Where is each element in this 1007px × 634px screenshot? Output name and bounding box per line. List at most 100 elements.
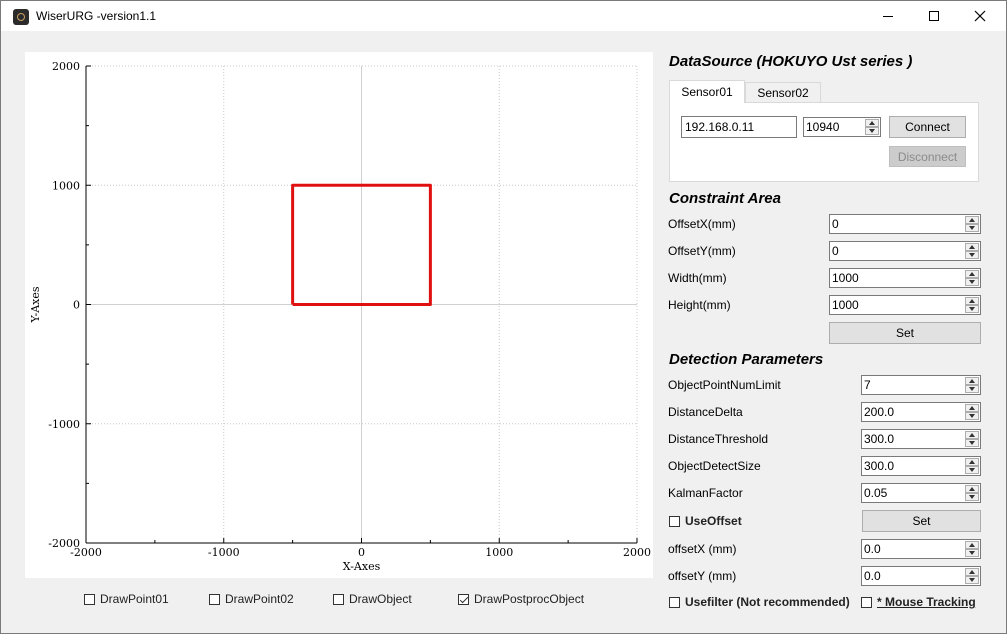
minimize-button[interactable] [865,1,911,31]
detection-field-label: DistanceThreshold [668,432,769,446]
x-tick-label: 1000 [485,546,513,559]
spin-down-icon[interactable] [965,385,979,393]
spin-buttons[interactable] [965,377,979,393]
spin-buttons[interactable] [965,458,979,474]
drawpoint01-checkbox[interactable]: DrawPoint01 [84,591,169,607]
detection-field-spinbox[interactable]: 200.0 [861,402,981,422]
mouse-tracking-check[interactable] [861,596,872,608]
usefilter-check[interactable] [669,596,680,608]
drawpostprocobject-checkbox[interactable]: DrawPostprocObject [458,591,584,607]
ip-address-input[interactable]: 192.168.0.11 [681,116,797,138]
spin-up-icon[interactable] [965,541,979,549]
spin-down-icon[interactable] [965,576,979,584]
sensor01-tab-page [669,102,979,182]
constraint-field-spinbox[interactable]: 1000 [829,295,981,315]
y-tick-label: 0 [73,299,80,312]
spin-buttons[interactable] [965,568,979,584]
useoffset-label: UseOffset [685,514,742,528]
detection-field-spinbox[interactable]: 300.0 [861,429,981,449]
spin-buttons[interactable] [965,541,979,557]
offset-field-spinbox[interactable]: 0.0 [861,566,981,586]
usefilter-label: Usefilter (Not recommended) [685,595,850,609]
spin-buttons[interactable] [965,216,979,232]
drawpoint01-check[interactable] [84,593,95,605]
x-tick-label: -1000 [208,546,240,559]
xy-plot[interactable]: -2000 -1000 0 1000 2000200010000-1000-2000X-… [25,52,653,578]
spin-up-icon[interactable] [965,297,979,305]
connect-button[interactable]: Connect [889,116,966,138]
offset-field-value: 0.0 [864,542,881,556]
mouse-tracking-checkbox[interactable]: * Mouse Tracking [861,594,976,610]
spin-down-icon[interactable] [965,224,979,232]
plot-panel[interactable]: -2000 -1000 0 1000 2000 2000 1000 0 -1000 -2000 X-… [25,52,653,578]
drawpostprocobject-check[interactable] [458,593,469,605]
drawobject-checkbox[interactable]: DrawObject [333,591,412,607]
spin-up-icon[interactable] [965,568,979,576]
datasource-title: DataSource (HOKUYO Ust series ) [669,53,913,70]
constraint-field-label: Width(mm) [668,271,727,285]
maximize-button[interactable] [911,1,957,31]
constraint-field-value: 1000 [832,298,859,312]
spin-up-icon[interactable] [865,119,879,127]
constraint-field-spinbox[interactable]: 0 [829,214,981,234]
mouse-tracking-label: * Mouse Tracking [877,595,976,609]
spin-up-icon[interactable] [965,377,979,385]
maximize-icon [929,11,939,21]
offset-field-label: offsetY (mm) [668,569,737,583]
port-value: 10940 [806,120,840,134]
y-tick-label: -2000 [48,537,80,550]
spin-up-icon[interactable] [965,485,979,493]
detection-parameters-title: Detection Parameters [669,351,824,368]
spin-down-icon[interactable] [965,466,979,474]
spin-down-icon[interactable] [965,439,979,447]
offset-set-button[interactable]: Set [862,510,981,532]
spin-up-icon[interactable] [965,431,979,439]
disconnect-button[interactable]: Disconnect [889,146,966,167]
detection-field-label: ObjectDetectSize [668,459,761,473]
spin-buttons[interactable] [965,404,979,420]
x-tick-label: 2000 [623,546,651,559]
spin-down-icon[interactable] [965,493,979,501]
spin-up-icon[interactable] [965,270,979,278]
spin-buttons[interactable] [965,243,979,259]
port-spinbox[interactable]: 10940 [803,117,881,137]
spin-down-icon[interactable] [965,278,979,286]
spin-buttons[interactable] [965,485,979,501]
constraint-field-spinbox[interactable]: 1000 [829,268,981,288]
spin-buttons[interactable] [965,297,979,313]
tab-sensor02[interactable]: Sensor02 [745,82,821,102]
spin-down-icon[interactable] [965,412,979,420]
spin-buttons[interactable] [965,270,979,286]
spin-buttons[interactable] [965,431,979,447]
drawpoint02-check[interactable] [209,593,220,605]
offset-field-value: 0.0 [864,569,881,583]
spin-down-icon[interactable] [965,305,979,313]
spin-down-icon[interactable] [865,127,879,135]
detection-field-spinbox[interactable]: 7 [861,375,981,395]
spin-up-icon[interactable] [965,404,979,412]
spin-up-icon[interactable] [965,216,979,224]
detection-field-value: 0.05 [864,486,888,500]
spin-up-icon[interactable] [965,458,979,466]
offset-field-spinbox[interactable]: 0.0 [861,539,981,559]
drawpoint02-checkbox[interactable]: DrawPoint02 [209,591,294,607]
detection-field-value: 300.0 [864,459,895,473]
detection-field-label: DistanceDelta [668,405,743,419]
spin-up-icon[interactable] [965,243,979,251]
x-axis-label: X-Axes [343,560,381,573]
useoffset-check[interactable] [669,515,680,527]
window-title: WiserURG -version1.1 [36,9,157,23]
usefilter-checkbox[interactable]: Usefilter (Not recommended) [669,594,850,610]
spin-down-icon[interactable] [965,251,979,259]
detection-field-spinbox[interactable]: 300.0 [861,456,981,476]
constraint-field-spinbox[interactable]: 0 [829,241,981,261]
useoffset-checkbox[interactable]: UseOffset [669,513,742,529]
close-button[interactable] [957,1,1003,31]
tab-sensor01[interactable]: Sensor01 [669,80,745,103]
minimize-icon [883,16,893,17]
spin-down-icon[interactable] [965,549,979,557]
port-spin-buttons[interactable] [865,119,879,135]
drawobject-check[interactable] [333,593,344,605]
constraint-set-button[interactable]: Set [829,322,981,344]
detection-field-spinbox[interactable]: 0.05 [861,483,981,503]
